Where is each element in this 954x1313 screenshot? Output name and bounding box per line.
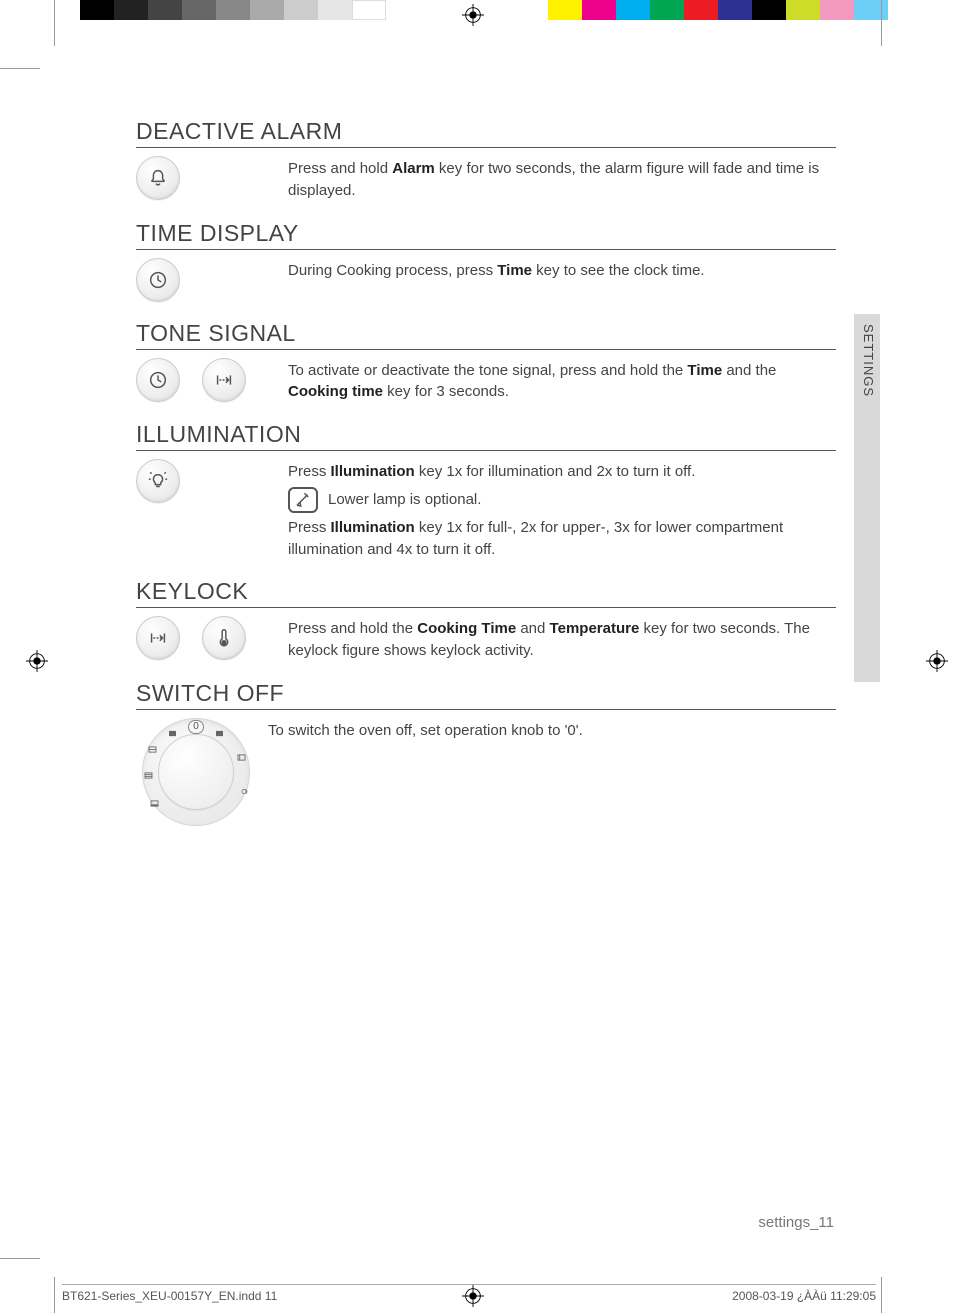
crop-mark	[0, 1258, 40, 1259]
section-heading-deactive-alarm: DEACTIVE ALARM	[136, 118, 836, 148]
print-slug: BT621-Series_XEU-00157Y_EN.indd 11 2008-…	[62, 1284, 876, 1303]
operation-knob-icon: 0	[142, 718, 250, 826]
crop-mark	[881, 0, 882, 46]
illumination-text: Press Illumination key 1x for illuminati…	[288, 459, 836, 560]
switch-off-text: To switch the oven off, set operation kn…	[268, 718, 836, 742]
crop-mark	[54, 0, 55, 46]
note-icon	[288, 487, 318, 513]
time-button-icon	[136, 358, 180, 402]
cooking-time-button-icon	[202, 358, 246, 402]
section-heading-illumination: ILLUMINATION	[136, 421, 836, 451]
grayscale-swatches	[80, 0, 386, 20]
color-swatches	[548, 0, 888, 20]
alarm-button-icon	[136, 156, 180, 200]
illumination-button-icon	[136, 459, 180, 503]
time-button-icon	[136, 258, 180, 302]
knob-zero-label: 0	[188, 720, 204, 734]
keylock-text: Press and hold the Cooking Time and Temp…	[288, 616, 836, 662]
side-tab-label: SETTINGS	[861, 324, 876, 397]
section-heading-switch-off: SWITCH OFF	[136, 680, 836, 710]
tone-signal-text: To activate or deactivate the tone signa…	[288, 358, 836, 404]
illumination-note: Lower lamp is optional.	[328, 489, 481, 511]
registration-mark-icon	[462, 4, 484, 26]
page-content: DEACTIVE ALARM Press and hold Alarm key …	[136, 118, 836, 832]
crop-mark	[0, 68, 40, 69]
registration-mark-icon	[26, 650, 48, 672]
slug-filename: BT621-Series_XEU-00157Y_EN.indd 11	[62, 1289, 277, 1303]
page-footer: settings_11	[758, 1214, 834, 1231]
temperature-button-icon	[202, 616, 246, 660]
time-display-text: During Cooking process, press Time key t…	[288, 258, 836, 282]
section-heading-tone-signal: TONE SIGNAL	[136, 320, 836, 350]
section-heading-keylock: KEYLOCK	[136, 578, 836, 608]
section-heading-time-display: TIME DISPLAY	[136, 220, 836, 250]
cooking-time-button-icon	[136, 616, 180, 660]
slug-timestamp: 2008-03-19 ¿ÀÀü 11:29:05	[732, 1289, 876, 1303]
crop-mark	[54, 1277, 55, 1313]
deactive-alarm-text: Press and hold Alarm key for two seconds…	[288, 156, 836, 202]
registration-mark-icon	[926, 650, 948, 672]
crop-mark	[881, 1277, 882, 1313]
